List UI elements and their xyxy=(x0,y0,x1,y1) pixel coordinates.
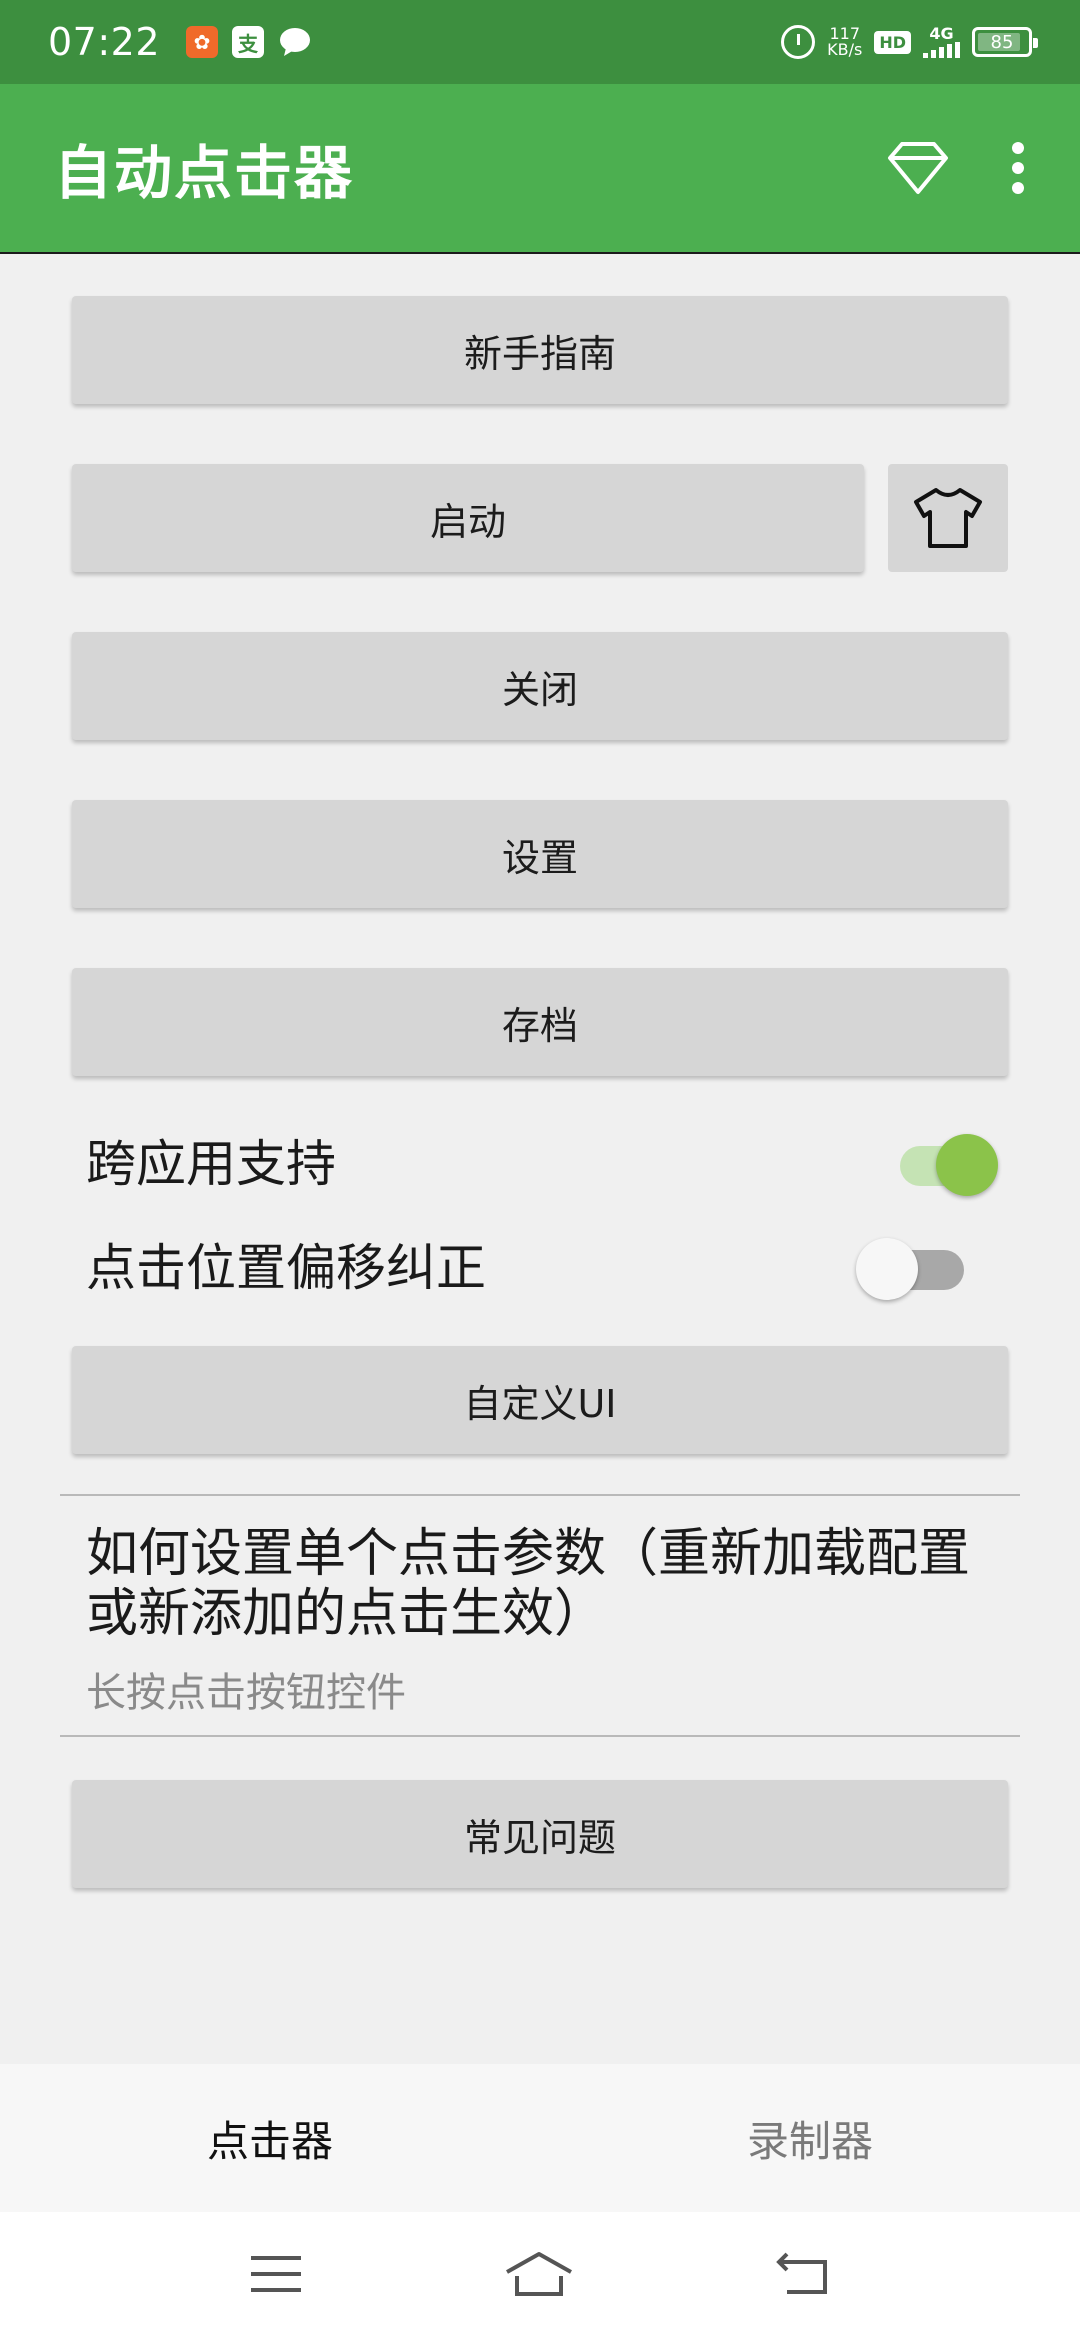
faq-button[interactable]: 常见问题 xyxy=(72,1780,1008,1888)
back-nav-icon[interactable] xyxy=(775,2252,831,2300)
chat-bubble-icon xyxy=(280,28,311,56)
cross-app-switch[interactable] xyxy=(896,1130,998,1196)
signal-label: 4G xyxy=(929,24,954,43)
notification-icons: ✿ 支 xyxy=(186,26,312,58)
hd-badge: HD xyxy=(874,30,911,54)
kuaishou-icon: ✿ xyxy=(186,26,219,58)
divider-top xyxy=(60,1494,1020,1496)
signal-icon: 4G xyxy=(923,26,960,58)
diamond-icon[interactable] xyxy=(886,140,950,196)
tab-recorder[interactable]: 录制器 xyxy=(540,2064,1080,2212)
tab-clicker[interactable]: 点击器 xyxy=(0,2064,540,2212)
alipay-icon: 支 xyxy=(232,26,265,58)
cross-app-label: 跨应用支持 xyxy=(86,1135,336,1193)
guide-button[interactable]: 新手指南 xyxy=(72,296,1008,404)
start-button[interactable]: 启动 xyxy=(72,464,864,572)
cross-app-row: 跨应用支持 xyxy=(86,1120,998,1200)
status-bar: 07:22 ✿ 支 117 KB/s HD 4G 85 xyxy=(0,0,1080,84)
battery-icon: 85 xyxy=(972,27,1038,57)
skin-button[interactable] xyxy=(888,464,1008,572)
offset-fix-label: 点击位置偏移纠正 xyxy=(86,1239,486,1297)
battery-level: 85 xyxy=(990,31,1014,53)
settings-button[interactable]: 设置 xyxy=(72,800,1008,908)
tshirt-icon xyxy=(914,488,982,548)
system-nav-bar xyxy=(0,2212,1080,2340)
net-speed: 117 KB/s xyxy=(827,26,862,58)
close-button[interactable]: 关闭 xyxy=(72,632,1008,740)
app-title: 自动点击器 xyxy=(54,139,355,207)
net-speed-unit: KB/s xyxy=(827,40,863,59)
offset-fix-row: 点击位置偏移纠正 xyxy=(86,1224,996,1304)
archive-button[interactable]: 存档 xyxy=(72,968,1008,1076)
status-time: 07:22 xyxy=(48,20,161,64)
custom-ui-button[interactable]: 自定义UI xyxy=(72,1346,1008,1454)
info-title[interactable]: 如何设置单个点击参数（重新加载配置或新添加的点击生效） xyxy=(86,1524,1016,1644)
menu-nav-icon[interactable] xyxy=(249,2254,303,2298)
offset-fix-switch[interactable] xyxy=(856,1234,972,1300)
info-subtitle: 长按点击按钮控件 xyxy=(86,1670,406,1716)
home-nav-icon[interactable] xyxy=(503,2250,575,2302)
alarm-icon xyxy=(781,25,816,59)
app-bar: 自动点击器 xyxy=(0,84,1080,254)
bottom-tabs: 点击器 录制器 xyxy=(0,2064,1080,2212)
more-vert-icon[interactable] xyxy=(1010,141,1026,195)
status-indicators: 117 KB/s HD 4G 85 xyxy=(781,25,1038,59)
app-actions xyxy=(886,140,1026,196)
divider-bottom xyxy=(60,1735,1020,1737)
